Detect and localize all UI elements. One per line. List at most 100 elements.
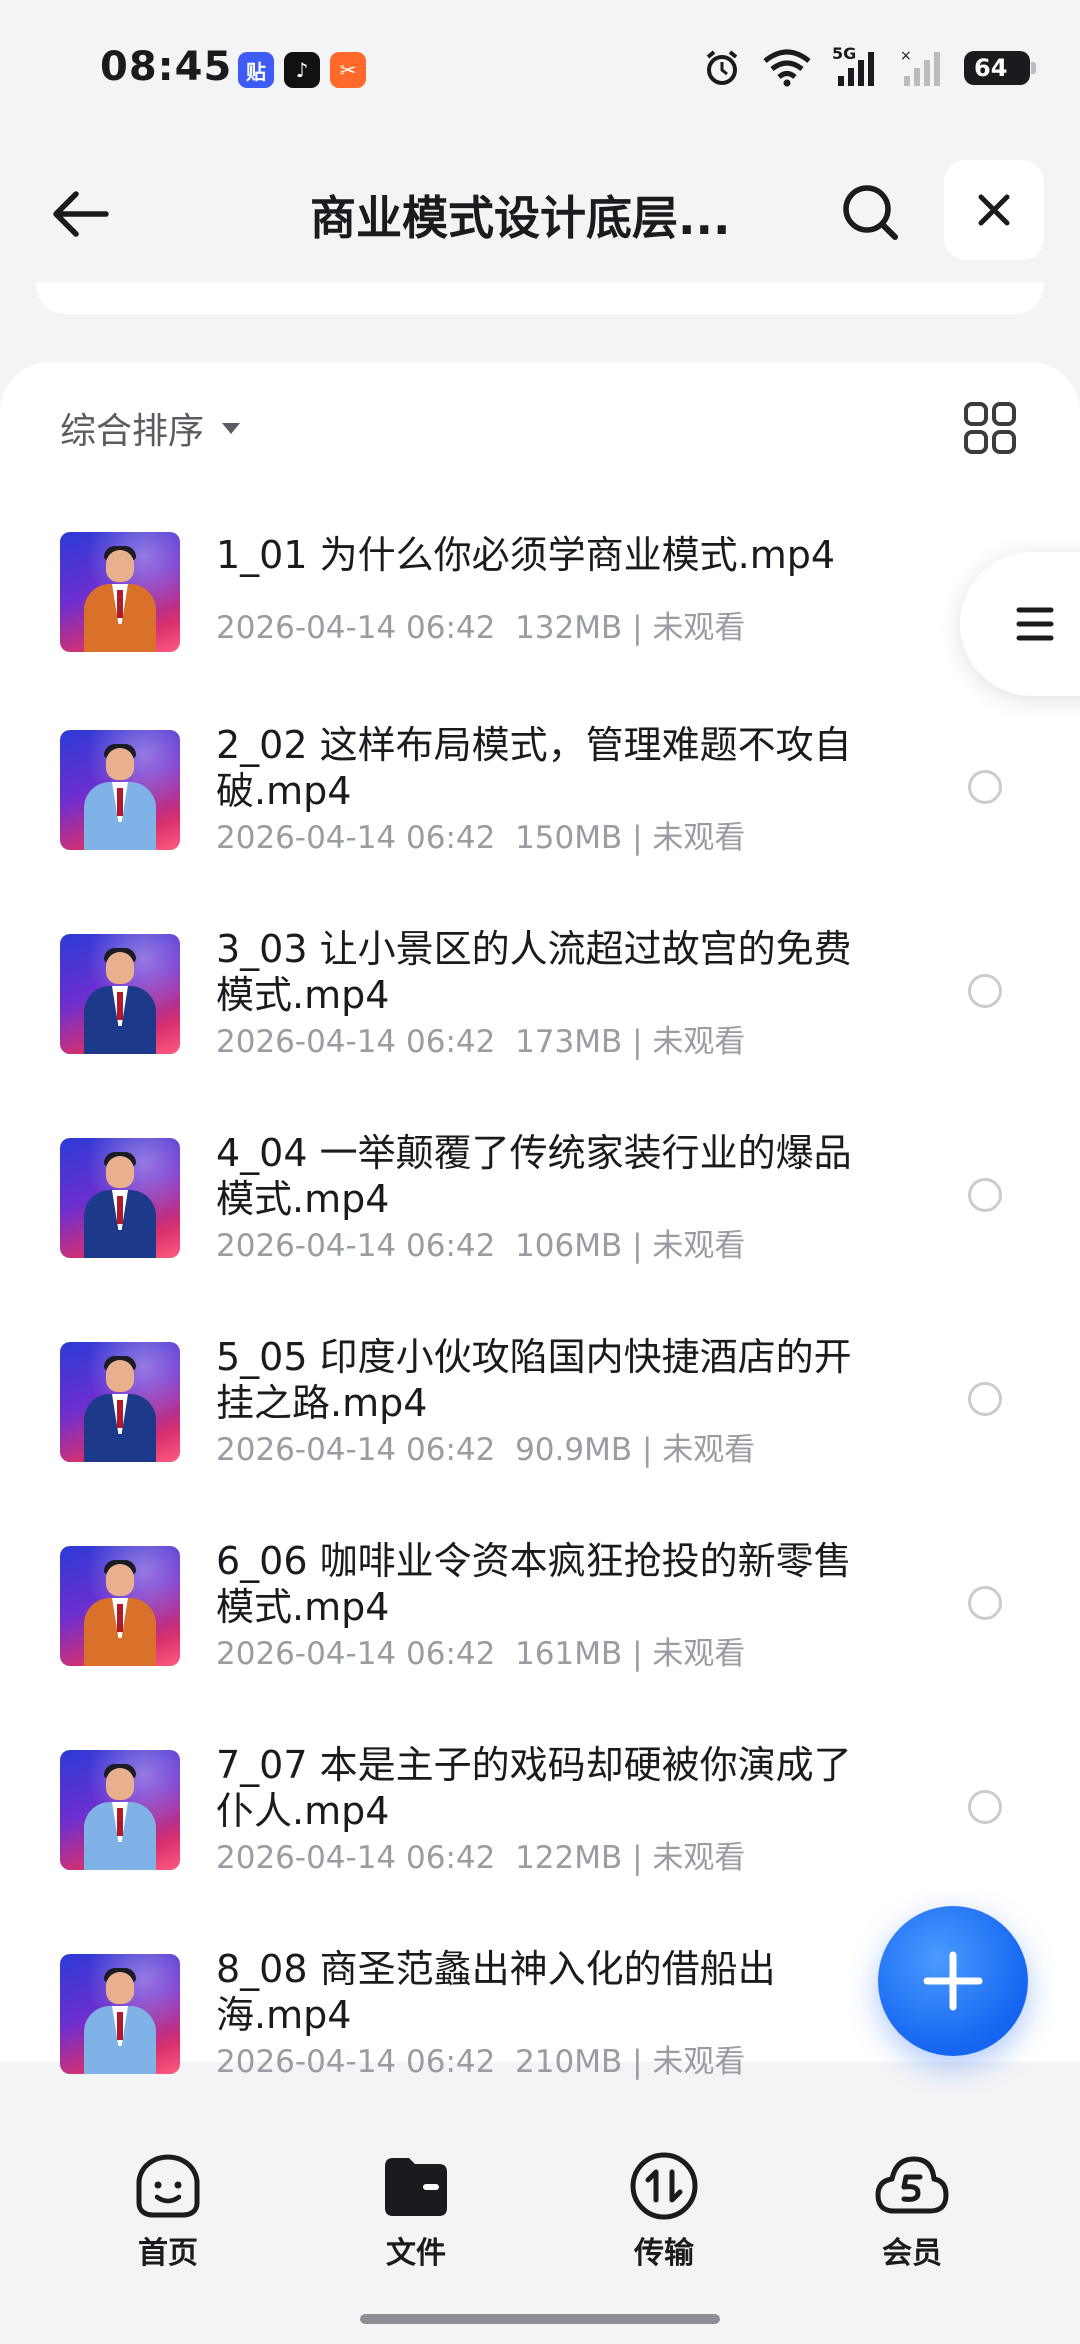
battery-level: 64 [974,54,1008,82]
video-thumbnail [60,1138,180,1258]
file-name: 8_08 商圣范蠡出神入化的借船出海.mp4 [216,1947,776,2037]
file-date: 2026-04-14 06:42 [216,1024,496,1060]
watch-status: 未观看 [652,1636,746,1672]
file-date: 2026-04-14 06:42 [216,1636,496,1672]
status-time: 08:45 [100,44,233,90]
file-meta: 2026-04-14 06:42 122MB | 未观看 [216,1840,746,1876]
file-size: 90.9MB [515,1432,633,1468]
file-list-card: 综合排序 1_01 为什么你必须学商业模式.mp4 2026-04-14 06:… [0,362,1080,2080]
file-meta: 2026-04-14 06:42 90.9MB | 未观看 [216,1432,756,1468]
list-item[interactable]: 5_05 印度小伙攻陷国内快捷酒店的开挂之路.mp4 2026-04-14 06… [0,1335,1080,1546]
video-thumbnail [60,1750,180,1870]
list-item[interactable]: 4_04 一举颠覆了传统家装行业的爆品模式.mp4 2026-04-14 06:… [0,1131,1080,1342]
file-date: 2026-04-14 06:42 [216,1228,496,1264]
douyin-icon: ♪ [284,52,320,88]
transfer-icon [626,2148,702,2224]
menu-icon [1016,607,1054,641]
watch-status: 未观看 [652,2044,746,2080]
watch-status: 未观看 [652,1840,746,1876]
folder-icon [378,2148,454,2224]
file-meta: 2026-04-14 06:42 106MB | 未观看 [216,1228,746,1264]
video-thumbnail [60,1342,180,1462]
video-thumbnail [60,934,180,1054]
file-size: 106MB [515,1228,623,1264]
grid-icon [964,402,1016,454]
plus-icon [923,1951,983,2011]
file-date: 2026-04-14 06:42 [216,820,496,856]
close-button[interactable] [944,160,1044,260]
tieba-icon: 贴 [238,52,274,88]
file-date: 2026-04-14 06:42 [216,610,496,646]
alarm-icon [706,50,738,85]
select-checkbox[interactable] [968,974,1002,1008]
add-button[interactable] [878,1906,1028,2056]
no-signal-icon: × [900,48,940,86]
file-size: 161MB [515,1636,623,1672]
file-size: 132MB [515,610,623,646]
list-item[interactable]: 3_03 让小景区的人流超过故宫的免费模式.mp4 2026-04-14 06:… [0,927,1080,1138]
file-meta: 2026-04-14 06:42 210MB | 未观看 [216,2044,746,2080]
sort-label: 综合排序 [60,411,205,452]
caret-down-icon [222,422,241,434]
video-thumbnail [60,1546,180,1666]
list-item[interactable]: 6_06 咖啡业令资本疯狂抢投的新零售模式.mp4 2026-04-14 06:… [0,1539,1080,1750]
file-name: 4_04 一举颠覆了传统家装行业的爆品模式.mp4 [216,1131,852,1221]
file-date: 2026-04-14 06:42 [216,2044,496,2080]
file-name: 3_03 让小景区的人流超过故宫的免费模式.mp4 [216,927,852,1017]
video-thumbnail [60,730,180,850]
nav-transfer[interactable]: 传输 [594,2148,734,2272]
file-meta: 2026-04-14 06:42 150MB | 未观看 [216,820,746,856]
watch-status: 未观看 [652,820,746,856]
wifi-icon [763,49,811,87]
nav-vip[interactable]: 会员 [842,2148,982,2272]
nav-label: 会员 [882,2236,942,2271]
list-item[interactable]: 1_01 为什么你必须学商业模式.mp4 2026-04-14 06:42 13… [0,526,1080,730]
watch-status: 未观看 [652,610,746,646]
header-bar: 商业模式设计底层... [0,150,1080,270]
video-thumbnail [60,532,180,652]
svg-text:×: × [900,48,912,64]
select-checkbox[interactable] [968,1382,1002,1416]
file-date: 2026-04-14 06:42 [216,1840,496,1876]
nav-files[interactable]: 文件 [346,2148,486,2272]
collapsed-panel-edge [36,282,1044,314]
watch-status: 未观看 [652,1024,746,1060]
file-browser-screen: 08:45 贴 ♪ ✂ 5G × 64 商业模式设计底层... 综合排序 1_0… [0,0,1080,2344]
nav-label: 文件 [386,2236,446,2271]
status-indicators: 5G × 64 [702,44,1036,90]
file-meta: 2026-04-14 06:42 173MB | 未观看 [216,1024,746,1060]
file-size: 122MB [515,1840,623,1876]
file-date: 2026-04-14 06:42 [216,1432,496,1468]
home-indicator[interactable] [360,2314,720,2324]
select-checkbox[interactable] [968,1178,1002,1212]
select-checkbox[interactable] [968,770,1002,804]
file-name: 1_01 为什么你必须学商业模式.mp4 [216,533,836,577]
file-size: 150MB [515,820,623,856]
search-icon [843,185,898,240]
back-button[interactable] [40,174,120,254]
orange-app-icon: ✂ [330,52,366,88]
file-name: 2_02 这样布局模式，管理难题不攻自破.mp4 [216,723,852,813]
file-name: 7_07 本是主子的戏码却硬被你演成了仆人.mp4 [216,1743,852,1833]
home-face-icon [130,2148,206,2224]
close-icon [978,194,1010,226]
video-thumbnail [60,1954,180,2074]
bottom-navigation: 首页 文件 传输 会员 [0,2118,1080,2344]
select-checkbox[interactable] [968,1586,1002,1620]
cellular-signal-icon: 5G [832,44,880,88]
file-meta: 2026-04-14 06:42 132MB | 未观看 [216,610,746,646]
list-item[interactable]: 2_02 这样布局模式，管理难题不攻自破.mp4 2026-04-14 06:4… [0,723,1080,934]
file-name: 6_06 咖啡业令资本疯狂抢投的新零售模式.mp4 [216,1539,852,1629]
sort-dropdown[interactable]: 综合排序 [60,402,241,454]
watch-status: 未观看 [652,1228,746,1264]
status-bar: 08:45 贴 ♪ ✂ 5G × 64 [0,0,1080,140]
file-name: 5_05 印度小伙攻陷国内快捷酒店的开挂之路.mp4 [216,1335,852,1425]
grid-view-toggle[interactable] [960,398,1020,458]
nav-home[interactable]: 首页 [98,2148,238,2272]
nav-label: 首页 [138,2236,198,2271]
select-checkbox[interactable] [968,1790,1002,1824]
file-size: 210MB [515,2044,623,2080]
search-button[interactable] [830,172,910,252]
vip-cloud-icon [874,2148,950,2224]
nav-label: 传输 [634,2236,694,2271]
